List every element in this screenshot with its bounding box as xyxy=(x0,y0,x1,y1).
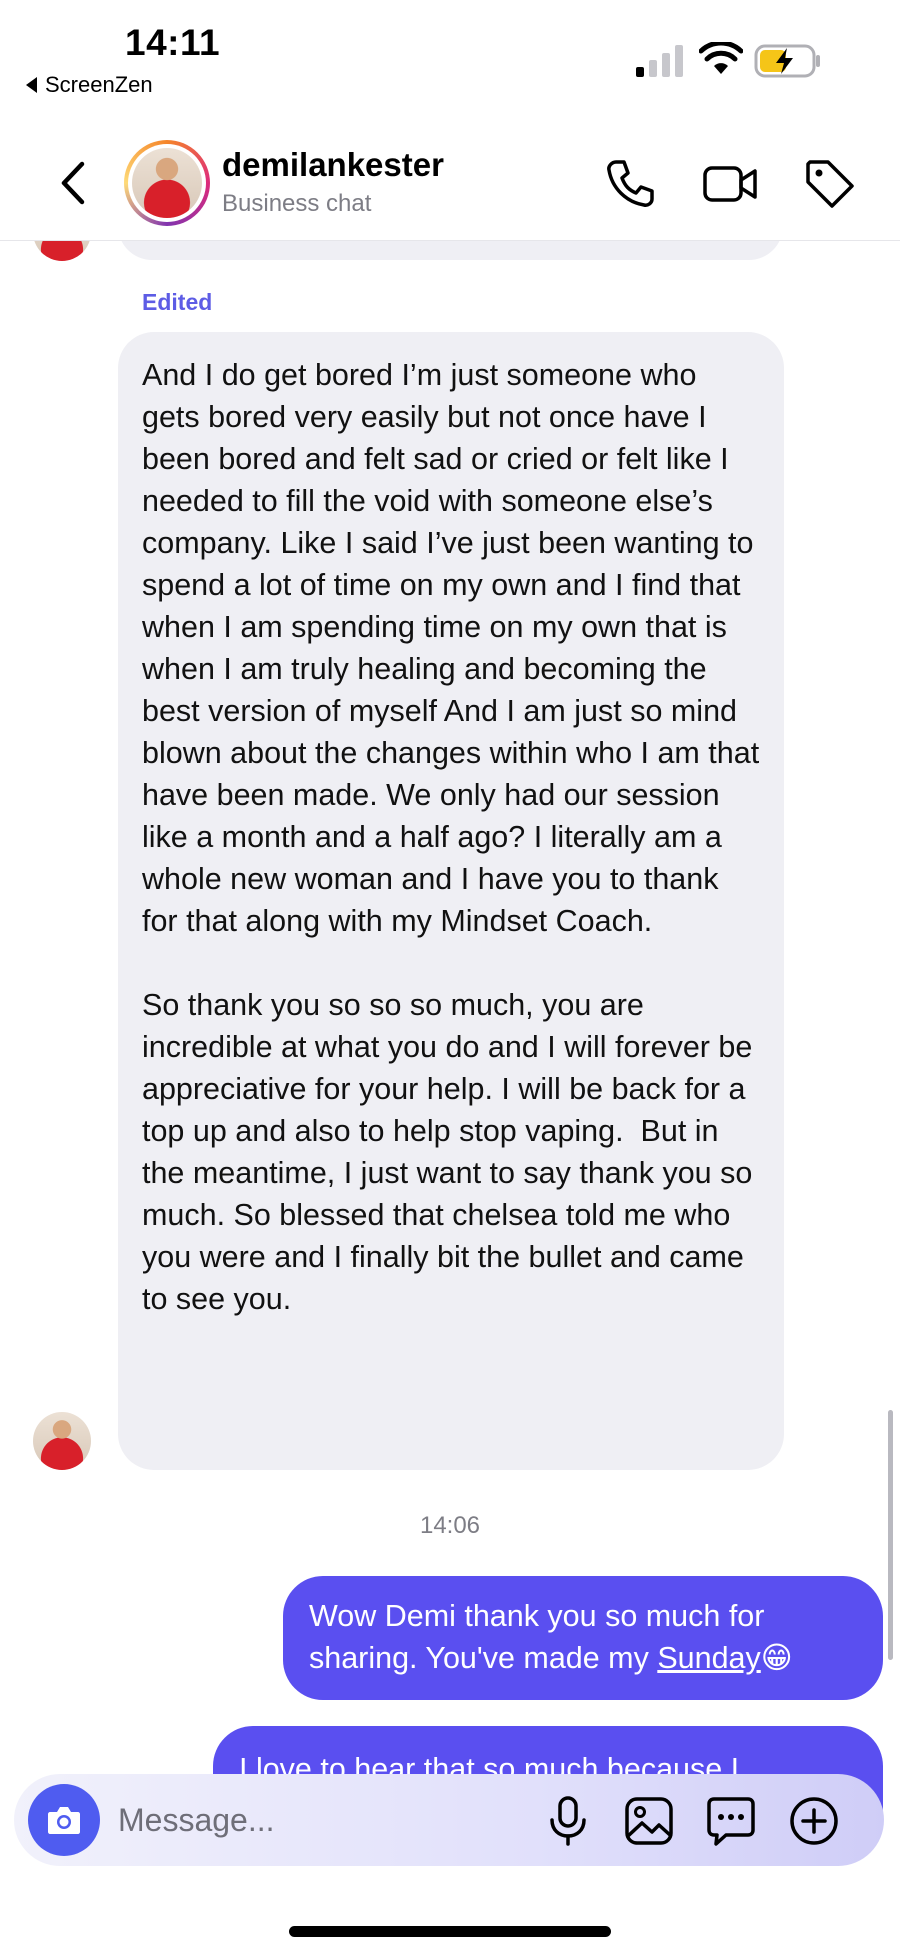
battery-charging-icon xyxy=(754,44,820,78)
sender-avatar[interactable] xyxy=(33,1412,91,1470)
message-composer xyxy=(14,1774,884,1866)
chat-header: demilankester Business chat xyxy=(0,130,900,241)
microphone-icon[interactable] xyxy=(541,1794,595,1848)
scrollbar[interactable] xyxy=(888,1410,893,1660)
sticker-icon[interactable] xyxy=(704,1794,758,1848)
phone-icon[interactable] xyxy=(602,156,658,212)
message-paragraph: So thank you so so so much, you are incr… xyxy=(142,988,761,1316)
status-time: 14:11 xyxy=(125,22,221,63)
back-arrow-icon[interactable] xyxy=(54,158,94,208)
wifi-icon xyxy=(699,42,743,74)
back-app-label: ScreenZen xyxy=(45,72,153,97)
message-input[interactable] xyxy=(118,1796,438,1844)
home-indicator[interactable] xyxy=(289,1926,611,1937)
cellular-signal-icon xyxy=(636,45,683,77)
message-link[interactable]: Sunday xyxy=(657,1641,760,1675)
video-camera-icon[interactable] xyxy=(702,156,758,212)
outgoing-message-bubble[interactable]: Wow Demi thank you so much for sharing. … xyxy=(283,1576,883,1700)
message-paragraph: And I do get bored I’m just someone who … xyxy=(142,358,768,938)
camera-button[interactable] xyxy=(28,1784,100,1856)
back-to-app-link[interactable]: ScreenZen xyxy=(26,72,153,98)
incoming-message-bubble[interactable]: And I do get bored I’m just someone who … xyxy=(118,332,784,1470)
chat-type-subtitle: Business chat xyxy=(222,190,372,217)
message-timestamp: 14:06 xyxy=(419,1512,481,1539)
edited-label: Edited xyxy=(142,289,213,315)
camera-icon xyxy=(48,1807,80,1834)
gallery-icon[interactable] xyxy=(622,1794,676,1848)
plus-icon[interactable] xyxy=(787,1794,841,1848)
contact-avatar[interactable] xyxy=(124,140,210,226)
tag-icon[interactable] xyxy=(802,156,858,212)
contact-username[interactable]: demilankester xyxy=(222,146,444,184)
grinning-emoji: 😁 xyxy=(760,1641,793,1675)
back-triangle-icon xyxy=(26,77,37,93)
